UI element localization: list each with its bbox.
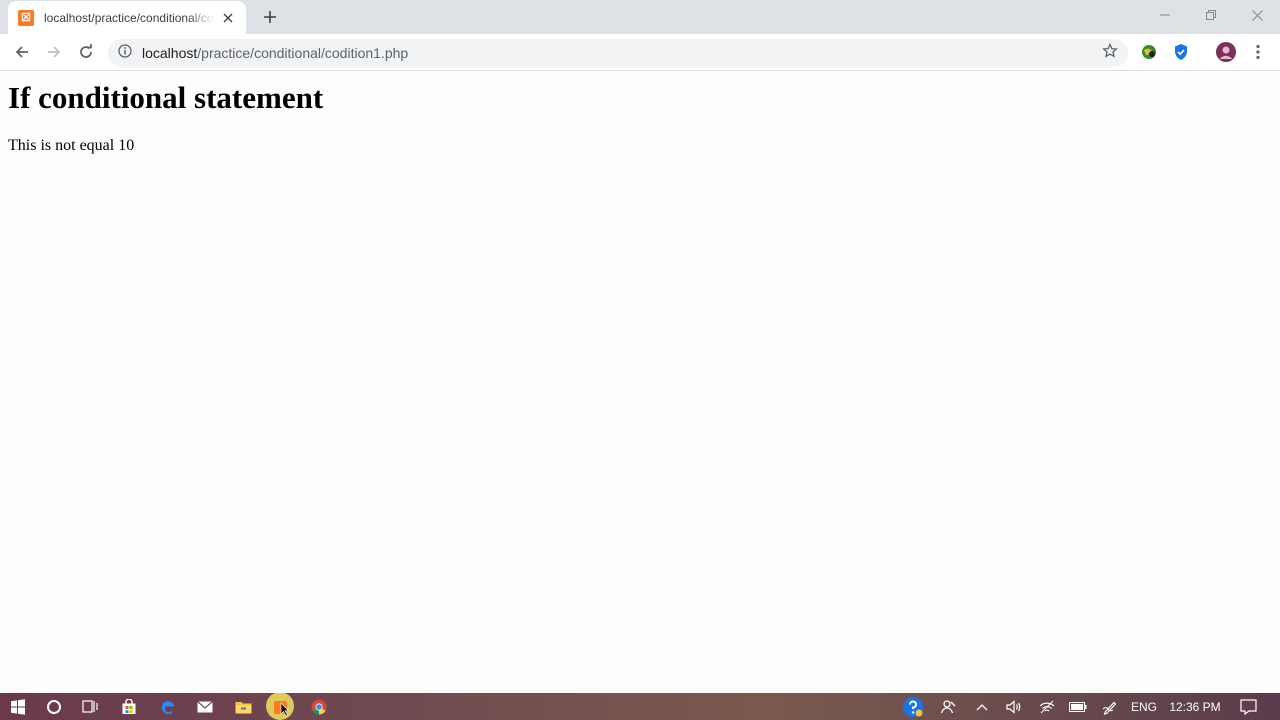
people-icon[interactable] [935, 693, 961, 720]
page-content: If conditional statement This is not equ… [0, 71, 1280, 693]
help-icon[interactable] [900, 693, 926, 720]
reload-button[interactable] [72, 38, 100, 66]
pen-ink-icon[interactable] [1097, 693, 1123, 720]
chevron-up-icon[interactable] [969, 693, 995, 720]
tab-strip: ☒ localhost/practice/conditional/coditio… [0, 0, 1280, 34]
shield-extension-icon[interactable] [1167, 38, 1195, 66]
task-view-icon[interactable] [76, 693, 104, 720]
minimize-button[interactable] [1142, 0, 1188, 30]
chrome-icon[interactable] [305, 693, 333, 720]
avatar[interactable] [1212, 38, 1240, 66]
file-explorer-icon[interactable] [229, 693, 257, 720]
language-indicator[interactable]: ENG [1127, 693, 1161, 720]
result-message: This is not equal 10 [8, 137, 135, 154]
info-icon[interactable] [118, 43, 132, 63]
clock[interactable]: 12:36 PM [1164, 693, 1226, 720]
bookmark-star-icon[interactable] [1102, 42, 1118, 64]
page-heading: If conditional statement [8, 80, 324, 115]
browser-toolbar: localhost/practice/conditional/codition1… [0, 34, 1280, 71]
extension-globe-icon[interactable] [1135, 38, 1163, 66]
restore-button[interactable] [1188, 0, 1234, 30]
tab-title: localhost/practice/conditional/codition1… [44, 10, 214, 25]
address-bar[interactable]: localhost/practice/conditional/codition1… [108, 39, 1128, 67]
menu-icon[interactable] [1244, 38, 1272, 66]
edge-icon[interactable] [154, 693, 182, 720]
action-center-icon[interactable] [1234, 693, 1262, 720]
close-icon[interactable] [220, 10, 236, 26]
mail-icon[interactable] [191, 693, 219, 720]
cortana-search-icon[interactable] [40, 693, 68, 720]
url-path: /practice/conditional/codition1.php [197, 45, 409, 61]
new-tab-button[interactable] [259, 6, 281, 28]
windows-taskbar: ENG 12:36 PM [0, 693, 1280, 720]
url-text: localhost/practice/conditional/codition1… [142, 45, 408, 61]
wifi-icon[interactable] [1034, 693, 1060, 720]
volume-icon[interactable] [1001, 693, 1027, 720]
battery-icon[interactable] [1065, 693, 1091, 720]
browser-tab[interactable]: ☒ localhost/practice/conditional/coditio… [8, 1, 246, 34]
back-button[interactable] [8, 38, 36, 66]
store-icon[interactable] [115, 693, 143, 720]
windows-start-icon[interactable] [4, 693, 32, 720]
url-host: localhost [142, 45, 198, 61]
window-close-button[interactable] [1234, 0, 1280, 30]
xampp-taskbar-icon[interactable] [264, 693, 296, 720]
xampp-icon: ☒ [18, 9, 34, 26]
forward-button[interactable] [40, 38, 68, 66]
